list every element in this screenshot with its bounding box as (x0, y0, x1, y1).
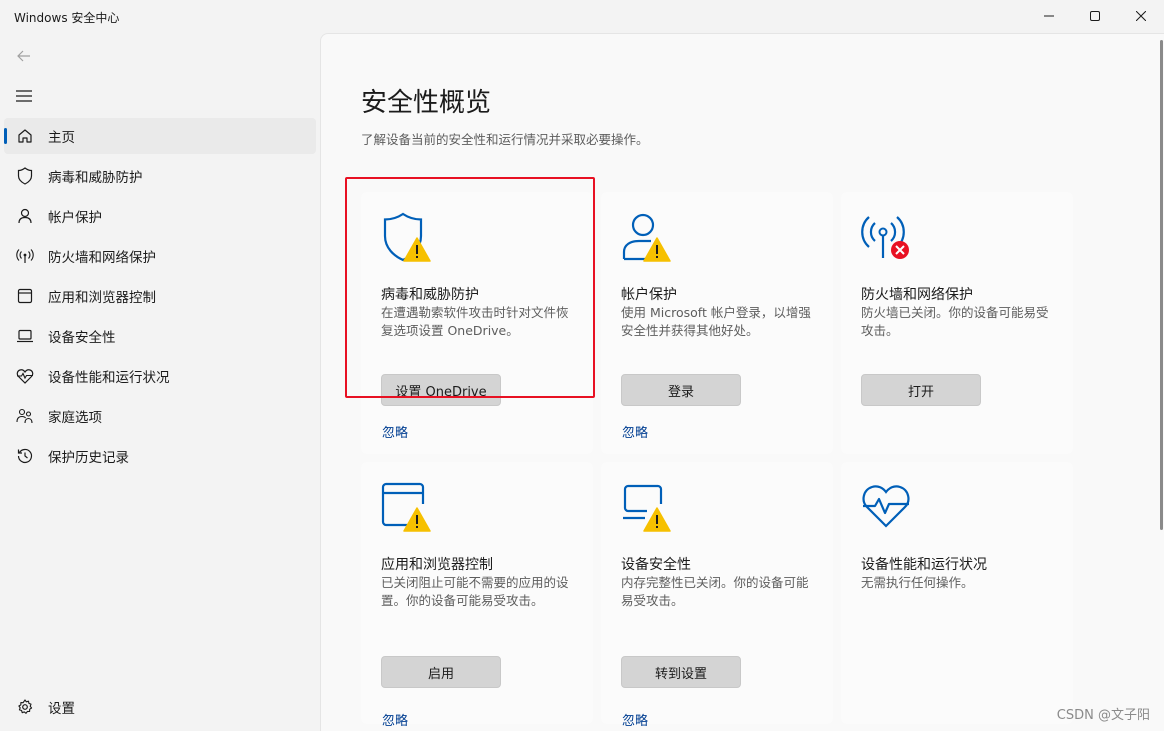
card-description: 防火墙已关闭。你的设备可能易受攻击。 (861, 305, 1049, 338)
scrollbar[interactable] (1160, 40, 1163, 530)
sidebar-item-label: 家庭选项 (48, 410, 102, 426)
setup-onedrive-button[interactable]: 设置 OneDrive (381, 374, 501, 406)
gear-icon (16, 698, 34, 716)
card-virus-protection: 病毒和威胁防护 在遭遇勒索软件攻击时针对文件恢复选项设置 OneDrive。 设… (361, 192, 593, 454)
card-title: 应用和浏览器控制 (381, 557, 493, 573)
card-description: 已关闭阻止可能不需要的应用的设置。你的设备可能易受攻击。 (381, 575, 569, 608)
laptop-icon (16, 327, 34, 345)
title-bar: Windows 安全中心 (0, 0, 1164, 33)
watermark: CSDN @文子阳 (1056, 708, 1150, 723)
shield-icon (16, 167, 34, 185)
hamburger-menu-icon (16, 90, 32, 102)
maximize-button[interactable] (1072, 0, 1118, 32)
card-title: 帐户保护 (621, 287, 677, 303)
sidebar-item-label: 帐户保护 (48, 210, 102, 226)
app-title: Windows 安全中心 (14, 11, 120, 25)
card-title: 病毒和威胁防护 (381, 287, 479, 303)
close-icon (1136, 11, 1146, 21)
dismiss-link[interactable]: 忽略 (382, 422, 408, 441)
sidebar-item-app-browser-control[interactable]: 应用和浏览器控制 (4, 278, 316, 314)
menu-button[interactable] (12, 84, 36, 108)
sidebar-item-account-protection[interactable]: 帐户保护 (4, 198, 316, 234)
laptop-warning-icon (621, 482, 677, 538)
dismiss-link[interactable]: 忽略 (622, 710, 648, 729)
sidebar-item-label: 设备性能和运行状况 (48, 370, 170, 386)
sidebar-item-home[interactable]: 主页 (4, 118, 316, 154)
family-icon (16, 407, 34, 425)
sidebar-item-label: 主页 (48, 130, 75, 146)
wireless-antenna-icon (16, 247, 34, 265)
sidebar-item-label: 应用和浏览器控制 (48, 290, 156, 306)
back-button[interactable] (12, 44, 36, 68)
card-title: 防火墙和网络保护 (861, 287, 973, 303)
app-window-warning-icon (381, 482, 437, 538)
card-account-protection: 帐户保护 使用 Microsoft 帐户登录，以增强安全性并获得其他好处。 登录… (601, 192, 833, 454)
page-title: 安全性概览 (361, 88, 492, 118)
card-description: 无需执行任何操作。 (861, 575, 974, 590)
main-content: 安全性概览 了解设备当前的安全性和运行情况并采取必要操作。 病毒和威胁防护 在遭… (320, 33, 1164, 731)
turn-on-button[interactable]: 打开 (861, 374, 981, 406)
person-warning-icon (621, 212, 677, 268)
home-icon (16, 127, 34, 145)
card-device-health: 设备性能和运行状况 无需执行任何操作。 (841, 462, 1073, 724)
sidebar-item-protection-history[interactable]: 保护历史记录 (4, 438, 316, 474)
page-subtitle: 了解设备当前的安全性和运行情况并采取必要操作。 (361, 132, 649, 147)
enable-button[interactable]: 启用 (381, 656, 501, 688)
sidebar-item-label: 病毒和威胁防护 (48, 170, 143, 186)
heart-pulse-icon (861, 482, 917, 538)
go-to-settings-button[interactable]: 转到设置 (621, 656, 741, 688)
sidebar-item-family-options[interactable]: 家庭选项 (4, 398, 316, 434)
card-title: 设备安全性 (621, 557, 691, 573)
sidebar-item-label: 保护历史记录 (48, 450, 129, 466)
card-app-browser-control: 应用和浏览器控制 已关闭阻止可能不需要的应用的设置。你的设备可能易受攻击。 启用… (361, 462, 593, 729)
maximize-icon (1090, 11, 1100, 21)
heart-pulse-icon (16, 367, 34, 385)
card-device-security: 设备安全性 内存完整性已关闭。你的设备可能易受攻击。 转到设置 忽略 (601, 462, 833, 729)
sign-in-button[interactable]: 登录 (621, 374, 741, 406)
dismiss-link[interactable]: 忽略 (622, 422, 648, 441)
sidebar-item-virus-protection[interactable]: 病毒和威胁防护 (4, 158, 316, 194)
sidebar-item-label: 设置 (48, 701, 75, 717)
sidebar-item-label: 防火墙和网络保护 (48, 250, 156, 266)
history-icon (16, 447, 34, 465)
sidebar-item-device-health[interactable]: 设备性能和运行状况 (4, 358, 316, 394)
sidebar-item-firewall[interactable]: 防火墙和网络保护 (4, 238, 316, 274)
sidebar-item-settings[interactable]: 设置 (4, 689, 316, 725)
card-description: 使用 Microsoft 帐户登录，以增强安全性并获得其他好处。 (621, 305, 811, 338)
card-description: 内存完整性已关闭。你的设备可能易受攻击。 (621, 575, 809, 608)
sidebar-item-label: 设备安全性 (48, 330, 116, 346)
app-window-icon (16, 287, 34, 305)
active-indicator (4, 128, 7, 144)
dismiss-link[interactable]: 忽略 (382, 710, 408, 729)
person-icon (16, 207, 34, 225)
minimize-button[interactable] (1026, 0, 1072, 32)
antenna-error-icon (861, 212, 917, 268)
back-arrow-icon (17, 50, 30, 62)
shield-warning-icon (381, 212, 437, 268)
minimize-icon (1044, 15, 1054, 17)
card-description: 在遭遇勒索软件攻击时针对文件恢复选项设置 OneDrive。 (381, 305, 569, 338)
card-title: 设备性能和运行状况 (861, 557, 987, 573)
sidebar-item-device-security[interactable]: 设备安全性 (4, 318, 316, 354)
card-firewall: 防火墙和网络保护 防火墙已关闭。你的设备可能易受攻击。 打开 (841, 192, 1073, 454)
security-center-window: Windows 安全中心 主页 病毒和威胁防护 帐户保护 防火墙和网络保护 应用… (0, 0, 1164, 731)
close-button[interactable] (1118, 0, 1164, 32)
